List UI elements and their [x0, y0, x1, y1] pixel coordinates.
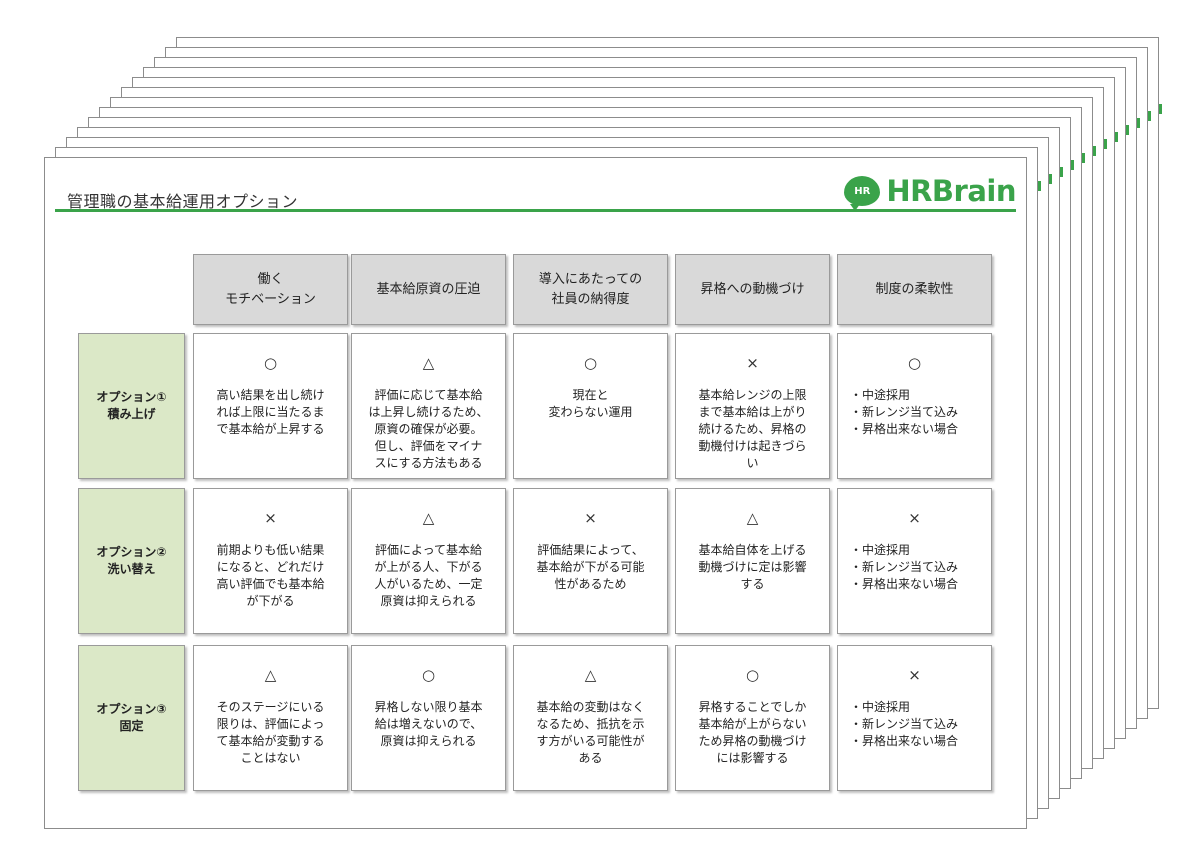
cell-text: 前期よりも低い結果 になると、どれだけ 高い評価でも基本給 が下がる: [216, 543, 325, 608]
rating-mark: ×: [746, 354, 759, 372]
table-cell: △ そのステージにいる 限りは、評価によっ て基本給が変動する ことはない: [193, 645, 348, 791]
logo-text: HRBrain: [886, 174, 1016, 208]
bullet-list: 中途採用新レンジ当て込み昇格出来ない場合: [838, 699, 991, 750]
cell-text: 現在と 変わらない運用: [548, 388, 633, 419]
column-header: 昇格への動機づけ: [675, 254, 830, 325]
page-edge-mark: [1137, 118, 1140, 128]
cell-text: 評価に応じて基本給 は上昇し続けるため、 原資の確保が必要。 但し、評価をマイナ…: [368, 388, 489, 470]
bullet-list: 中途採用新レンジ当て込み昇格出来ない場合: [838, 387, 991, 438]
hr-badge-icon: HR: [844, 176, 881, 211]
bullet-item: 昇格出来ない場合: [850, 576, 991, 593]
cell-text: 評価によって基本給 が上がる人、下がる 人がいるため、一定 原資は抑えられる: [374, 543, 483, 608]
bullet-item: 中途採用: [850, 542, 991, 559]
page-edge-mark: [1093, 146, 1096, 156]
page-edge-mark: [1082, 153, 1085, 163]
cell-text: 基本給レンジの上限 まで基本給は上がり 続けるため、昇格の 動機付けは起きづら …: [698, 388, 807, 470]
table-cell: × 前期よりも低い結果 になると、どれだけ 高い評価でも基本給 が下がる: [193, 488, 348, 634]
table-cell: △ 評価によって基本給 が上がる人、下がる 人がいるため、一定 原資は抑えられる: [351, 488, 506, 634]
cell-text: 昇格しない限り基本 給は増えないので、 原資は抑えられる: [374, 700, 483, 748]
bullet-item: 新レンジ当て込み: [850, 404, 991, 421]
column-header: 働く モチベーション: [193, 254, 348, 325]
table-cell: ○ 昇格しない限り基本 給は増えないので、 原資は抑えられる: [351, 645, 506, 791]
hrbrain-logo: HR HRBrain: [844, 174, 1016, 211]
rating-mark: ×: [264, 509, 277, 527]
bullet-item: 中途採用: [850, 387, 991, 404]
rating-mark: △: [264, 666, 277, 684]
column-header: 基本給原資の圧迫: [351, 254, 506, 325]
rating-mark: △: [746, 509, 759, 527]
rating-mark: △: [422, 354, 435, 372]
title-underline: [55, 209, 1016, 212]
cell-text: 基本給自体を上げる 動機づけに定は影響 する: [698, 543, 807, 591]
rating-mark: ○: [421, 666, 436, 684]
table-cell: ○ 高い結果を出し続け れば上限に当たるま で基本給が上昇する: [193, 333, 348, 479]
rating-mark: ○: [745, 666, 760, 684]
bullet-item: 昇格出来ない場合: [850, 733, 991, 750]
page-edge-mark: [1104, 139, 1107, 149]
row-header: オプション③ 固定: [78, 645, 185, 791]
page-edge-mark: [1148, 111, 1151, 121]
table-cell: ○ 中途採用新レンジ当て込み昇格出来ない場合: [837, 333, 992, 479]
rating-mark: ○: [583, 354, 598, 372]
page-edge-mark: [1038, 181, 1041, 191]
row-header: オプション② 洗い替え: [78, 488, 185, 634]
table-cell: △ 基本給の変動はなく なるため、抵抗を示 す方がいる可能性が ある: [513, 645, 668, 791]
bullet-list: 中途採用新レンジ当て込み昇格出来ない場合: [838, 542, 991, 593]
rating-mark: ×: [584, 509, 597, 527]
table-cell: △ 評価に応じて基本給 は上昇し続けるため、 原資の確保が必要。 但し、評価をマイ…: [351, 333, 506, 479]
rating-mark: △: [584, 666, 597, 684]
cell-text: 高い結果を出し続け れば上限に当たるま で基本給が上昇する: [216, 388, 325, 436]
page-edge-mark: [1071, 160, 1074, 170]
rating-mark: ×: [908, 509, 921, 527]
bullet-item: 新レンジ当て込み: [850, 716, 991, 733]
column-header: 制度の柔軟性: [837, 254, 992, 325]
rating-mark: ○: [263, 354, 278, 372]
bullet-item: 中途採用: [850, 699, 991, 716]
page-edge-mark: [1126, 125, 1129, 135]
column-header: 導入にあたっての 社員の納得度: [513, 254, 668, 325]
page-edge-mark: [1049, 174, 1052, 184]
table-cell: × 中途採用新レンジ当て込み昇格出来ない場合: [837, 645, 992, 791]
rating-mark: △: [422, 509, 435, 527]
page-edge-mark: [1115, 132, 1118, 142]
table-cell: ○ 昇格することでしか 基本給が上がらない ため昇格の動機づけ には影響する: [675, 645, 830, 791]
table-cell: × 評価結果によって、 基本給が下がる可能 性があるため: [513, 488, 668, 634]
table-cell: △ 基本給自体を上げる 動機づけに定は影響 する: [675, 488, 830, 634]
cell-text: 基本給の変動はなく なるため、抵抗を示 す方がいる可能性が ある: [536, 700, 645, 765]
bullet-item: 昇格出来ない場合: [850, 421, 991, 438]
table-cell: ○ 現在と 変わらない運用: [513, 333, 668, 479]
table-cell: × 基本給レンジの上限 まで基本給は上がり 続けるため、昇格の 動機付けは起きづら…: [675, 333, 830, 479]
cell-text: 評価結果によって、 基本給が下がる可能 性があるため: [536, 543, 645, 591]
slide: 管理職の基本給運用オプション HR HRBrain 働く モチベーション 基本給原…: [44, 157, 1027, 829]
bullet-item: 新レンジ当て込み: [850, 559, 991, 576]
row-header: オプション① 積み上げ: [78, 333, 185, 479]
cell-text: 昇格することでしか 基本給が上がらない ため昇格の動機づけ には影響する: [698, 700, 807, 765]
page-edge-mark: [1159, 104, 1162, 114]
page-edge-mark: [1060, 167, 1063, 177]
cell-text: そのステージにいる 限りは、評価によっ て基本給が変動する ことはない: [216, 700, 325, 765]
rating-mark: ○: [907, 354, 922, 372]
rating-mark: ×: [908, 666, 921, 684]
table-cell: × 中途採用新レンジ当て込み昇格出来ない場合: [837, 488, 992, 634]
